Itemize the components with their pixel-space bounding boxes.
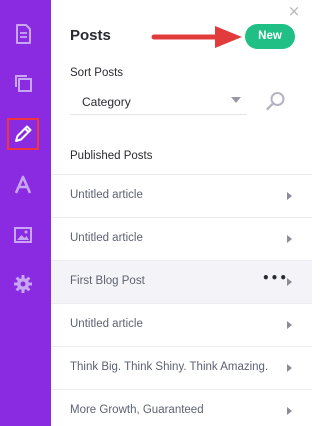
- posts-panel: × Posts New Sort Posts Category Publishe…: [51, 0, 312, 426]
- sidebar: [0, 0, 51, 426]
- font-icon[interactable]: [10, 172, 36, 198]
- post-list: Untitled article Untitled article First …: [51, 174, 312, 426]
- post-title: Untitled article: [70, 189, 143, 201]
- gear-icon[interactable]: [10, 271, 36, 297]
- page-title: Posts: [70, 27, 111, 44]
- post-row[interactable]: Untitled article: [51, 303, 312, 346]
- post-title: Untitled article: [70, 318, 143, 330]
- annotation-arrow: [151, 26, 242, 48]
- post-row[interactable]: Think Big. Think Shiny. Think Amazing.: [51, 346, 312, 389]
- post-row[interactable]: More Growth, Guaranteed: [51, 389, 312, 426]
- new-post-button[interactable]: New: [245, 24, 295, 49]
- more-options-icon[interactable]: •••: [262, 272, 287, 284]
- post-title: Untitled article: [70, 232, 143, 244]
- post-title: More Growth, Guaranteed: [70, 404, 204, 416]
- sort-selected-value: Category: [82, 95, 131, 109]
- image-icon[interactable]: [10, 222, 36, 248]
- post-title: First Blog Post: [70, 275, 145, 287]
- pencil-icon: [15, 125, 32, 142]
- sort-label: Sort Posts: [70, 67, 124, 79]
- chevron-right-icon: [287, 407, 292, 415]
- published-posts-heading: Published Posts: [70, 150, 153, 162]
- chevron-down-icon: [231, 97, 241, 103]
- image-icon: [14, 227, 32, 243]
- sort-select[interactable]: Category: [70, 88, 247, 115]
- font-icon: [14, 175, 32, 194]
- post-row[interactable]: First Blog Post •••: [51, 260, 312, 303]
- page-icon[interactable]: [10, 21, 36, 47]
- chevron-right-icon: [287, 364, 292, 372]
- gear-icon: [14, 275, 32, 293]
- search-icon: [266, 92, 285, 111]
- pencil-icon[interactable]: [7, 118, 39, 150]
- chevron-right-icon: [287, 278, 292, 286]
- chevron-right-icon: [287, 235, 292, 243]
- post-title: Think Big. Think Shiny. Think Amazing.: [70, 361, 269, 373]
- post-row[interactable]: Untitled article: [51, 217, 312, 260]
- search-button[interactable]: [265, 90, 287, 112]
- chevron-right-icon: [287, 192, 292, 200]
- chevron-right-icon: [287, 321, 292, 329]
- page-icon: [16, 24, 31, 44]
- post-row[interactable]: Untitled article: [51, 174, 312, 217]
- close-button[interactable]: ×: [287, 4, 301, 19]
- layers-icon: [15, 75, 32, 92]
- layers-icon[interactable]: [10, 70, 36, 96]
